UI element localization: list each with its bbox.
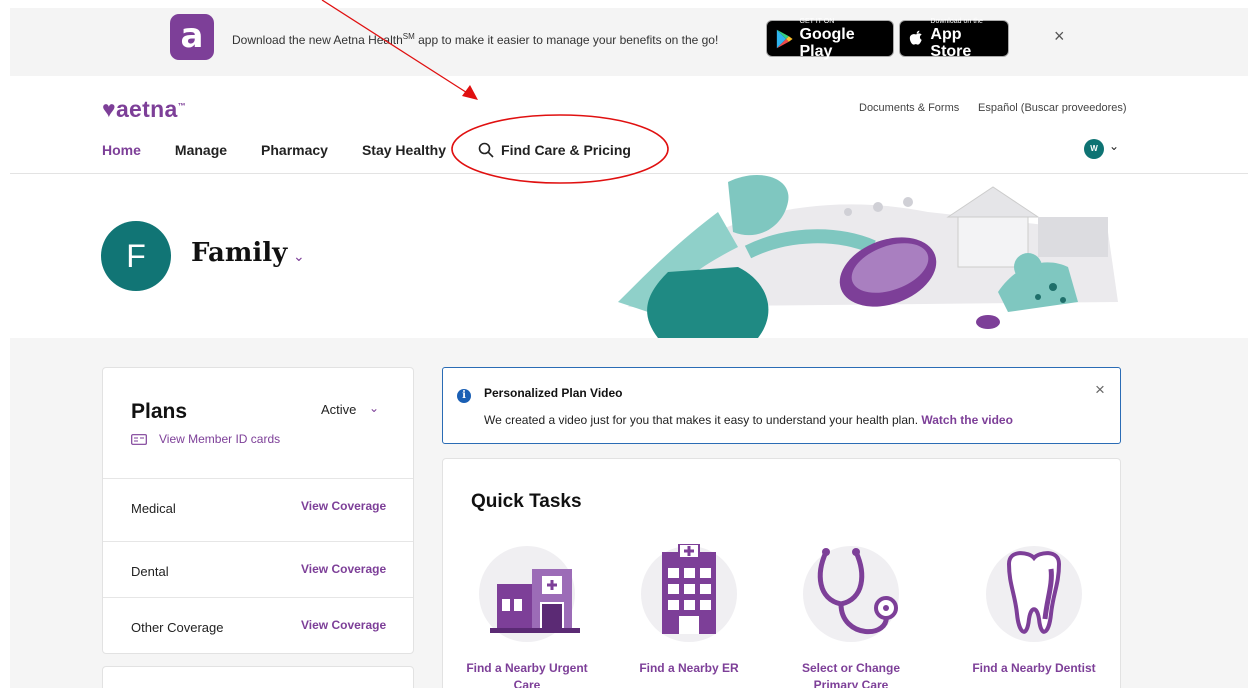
view-coverage-link[interactable]: View Coverage	[301, 618, 386, 632]
secondary-card	[102, 666, 414, 688]
nav-stay-healthy[interactable]: Stay Healthy	[362, 142, 446, 158]
quick-tasks-title: Quick Tasks	[471, 491, 582, 512]
family-title[interactable]: Family	[191, 238, 287, 268]
aetna-health-app-icon: a	[170, 14, 214, 60]
chevron-down-icon[interactable]: ⌄	[293, 248, 305, 265]
quick-task-label: Find a Nearby Dentist	[972, 661, 1096, 675]
plan-row-other-coverage: Other Coverage View Coverage	[103, 597, 413, 653]
view-coverage-link[interactable]: View Coverage	[301, 499, 386, 513]
plan-name: Medical	[131, 501, 176, 516]
info-icon: i	[457, 389, 471, 403]
hospital-icon	[641, 544, 737, 642]
quick-task-dentist[interactable]: Find a Nearby Dentist	[969, 544, 1099, 688]
plan-name: Other Coverage	[131, 620, 224, 635]
aetna-logo[interactable]: ♥aetna™	[102, 96, 186, 123]
nav-manage[interactable]: Manage	[175, 142, 227, 158]
apple-icon	[909, 30, 922, 45]
user-avatar[interactable]: W	[1084, 139, 1104, 159]
nav-home[interactable]: Home	[102, 142, 141, 158]
personalized-video-notice: i Personalized Plan Video We created a v…	[442, 367, 1121, 444]
plan-name: Dental	[131, 564, 169, 579]
quick-task-er[interactable]: Find a Nearby ER	[624, 544, 754, 688]
plans-status-dropdown[interactable]: Active	[321, 402, 356, 417]
chevron-down-icon[interactable]: ⌄	[369, 401, 379, 415]
espanol-link[interactable]: Español (Buscar proveedores)	[978, 102, 1127, 114]
banner-message: Download the new Aetna HealthSM app to m…	[232, 32, 719, 47]
nav-find-care-pricing[interactable]: Find Care & Pricing	[478, 142, 665, 158]
plans-title: Plans	[131, 400, 188, 423]
id-card-icon	[131, 433, 147, 445]
quick-tasks-card: Quick Tasks Find a Nearby Urgent Care Fi…	[442, 458, 1121, 688]
notice-body: We created a video just for you that mak…	[484, 413, 1013, 427]
plan-row-dental: Dental View Coverage	[103, 541, 413, 597]
quick-task-label: Select or Change Primary Care Physician	[801, 661, 901, 688]
family-avatar: F	[101, 221, 171, 291]
documents-forms-link[interactable]: Documents & Forms	[859, 102, 959, 114]
app-store-button[interactable]: Download on the App Store	[899, 18, 1009, 60]
hero-illustration	[618, 174, 1118, 338]
view-member-id-cards-link[interactable]: View Member ID cards	[131, 432, 280, 446]
plan-row-medical: Medical View Coverage	[103, 478, 413, 534]
nav-pharmacy[interactable]: Pharmacy	[261, 142, 328, 158]
notice-title: Personalized Plan Video	[484, 386, 623, 400]
google-play-button[interactable]: GET IT ON Google Play	[766, 18, 894, 60]
search-icon	[478, 142, 494, 158]
quick-task-urgent-care[interactable]: Find a Nearby Urgent Care	[462, 544, 592, 688]
main-nav: Home Manage Pharmacy Stay Healthy Find C…	[102, 142, 699, 158]
watch-video-link[interactable]: Watch the video	[921, 413, 1013, 427]
close-icon[interactable]: ×	[1095, 380, 1105, 400]
plans-card: Plans Active ⌄ View Member ID cards Medi…	[102, 367, 414, 654]
quick-task-pcp[interactable]: Select or Change Primary Care Physician	[786, 544, 916, 688]
tooth-icon	[986, 546, 1082, 642]
app-download-banner: a Download the new Aetna HealthSM app to…	[10, 8, 1248, 76]
urgent-care-building-icon	[479, 546, 580, 642]
banner-close-icon[interactable]: ×	[1054, 26, 1065, 47]
quick-task-label: Find a Nearby ER	[639, 661, 739, 675]
chevron-down-icon[interactable]: ⌄	[1109, 139, 1119, 153]
google-play-icon	[776, 29, 793, 48]
view-coverage-link[interactable]: View Coverage	[301, 562, 386, 576]
quick-task-label: Find a Nearby Urgent Care	[466, 661, 588, 688]
stethoscope-icon	[803, 546, 899, 642]
